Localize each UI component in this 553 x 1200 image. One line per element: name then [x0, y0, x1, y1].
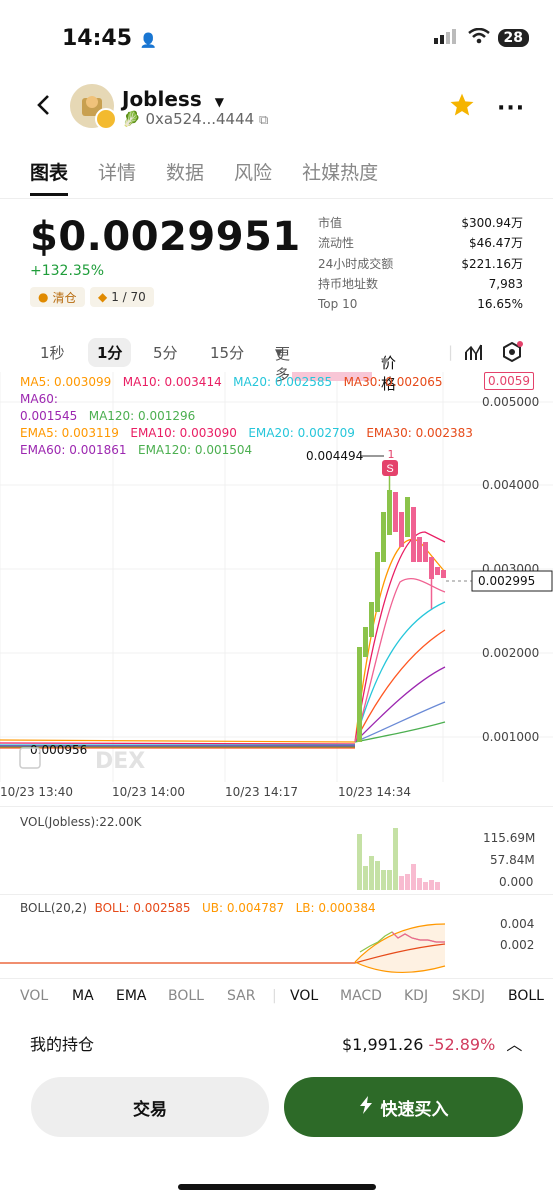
x-tick: 10/23 14:17 [225, 785, 298, 799]
holding-label: 我的持仓 [30, 1035, 95, 1054]
separator: | [272, 988, 277, 1004]
hat-icon: ● [38, 290, 49, 304]
axis-divider [0, 806, 553, 807]
stat-row: 24小时成交额 $221.16万 [318, 256, 523, 271]
timeframe-1s[interactable]: 1秒 [40, 342, 65, 363]
timeframe-bar: 1秒 1分 5分 15分 更多 ▾ 价格 ▾ | [0, 336, 553, 393]
lightning-icon [359, 1095, 373, 1119]
tab-chart[interactable]: 图表 [30, 158, 69, 196]
top-price-tag: 0.0059 [484, 372, 534, 390]
x-tick: 10/23 14:34 [338, 785, 411, 799]
stat-row: 持币地址数 7,983 [318, 276, 523, 292]
vol-tick: 0.000 [499, 875, 534, 889]
tab-data[interactable]: 数据 [166, 158, 204, 196]
ind-main-sar[interactable]: SAR [227, 988, 255, 1004]
watermark: DEX [95, 749, 145, 774]
ind-sub-macd[interactable]: MACD [340, 988, 382, 1004]
y-tick: 0.004000 [482, 478, 539, 492]
ind-sub-skdj[interactable]: SKDJ [452, 988, 485, 1004]
diamond-icon: ◆ [98, 290, 108, 304]
chevron-up-icon[interactable]: ︿ [506, 1035, 522, 1054]
stat-row: Top 10 16.65% [318, 297, 523, 312]
price-value: $0.0029951 [30, 214, 301, 260]
tab-bar: 图表 详情 数据 风险 社媒热度 [30, 158, 378, 196]
boll-divider [0, 978, 553, 979]
stats-panel: 市值 $300.94万 流动性 $46.47万 24小时成交额 $221.16万 持币… [318, 212, 523, 315]
indicator-chart-icon[interactable] [464, 342, 484, 366]
separator: | [448, 343, 454, 361]
token-address: 🥬 0xa524...4444 ⧉ [122, 110, 269, 128]
signal-icon [433, 28, 460, 48]
battery-icon: 28 [497, 29, 529, 47]
settings-hex-icon[interactable] [501, 341, 523, 367]
y-tick: 0.005000 [482, 395, 539, 409]
x-tick: 10/23 14:00 [112, 785, 185, 799]
y-tick: 0.002000 [482, 646, 539, 660]
stat-row: 市值 $300.94万 [318, 215, 523, 230]
wifi-icon [467, 27, 490, 48]
favorite-star-icon[interactable] [449, 92, 475, 122]
sell-marker[interactable]: S [386, 463, 393, 475]
tabs-divider [0, 198, 553, 199]
boll-legend: BOLL(20,2) BOLL: 0.002585 UB: 0.004787 L… [20, 901, 376, 915]
copy-icon[interactable]: ⧉ [259, 113, 268, 128]
rank-badge: ◆ 1 / 70 [90, 287, 154, 307]
volume-divider [0, 894, 553, 895]
quick-buy-button[interactable]: 快速买入 [284, 1077, 523, 1137]
ind-main-vol[interactable]: VOL [20, 988, 48, 1004]
boll-chart [0, 923, 446, 973]
clear-badge: ● 清仓 [30, 287, 85, 307]
current-price-tag: 0.002995 [478, 574, 535, 588]
boll-tick: 0.004 [500, 917, 535, 931]
vol-tick: 57.84M [490, 853, 535, 867]
dropdown-caret-icon[interactable]: ▼ [215, 95, 224, 109]
stat-row: 流动性 $46.47万 [318, 236, 523, 251]
back-button[interactable] [36, 94, 52, 120]
indicator-tabs: VOL MA EMA BOLL SAR | VOL MACD KDJ SKDJ … [0, 988, 553, 1010]
status-time: 14:45 👤 [62, 26, 158, 51]
y-tick: 0.001000 [482, 730, 539, 744]
ind-main-boll[interactable]: BOLL [168, 988, 204, 1004]
tab-details[interactable]: 详情 [98, 158, 136, 196]
low-price-label: 0.000956 [30, 743, 87, 757]
ind-sub-kdj[interactable]: KDJ [404, 988, 428, 1004]
trade-button[interactable]: 交易 [31, 1077, 269, 1137]
boll-tick: 0.002 [500, 938, 535, 952]
token-name[interactable]: Jobless ▼ [122, 87, 224, 111]
tab-social[interactable]: 社媒热度 [302, 158, 378, 196]
timeframe-more[interactable]: 更多 ▾ [275, 343, 290, 384]
ind-sub-boll[interactable]: BOLL [508, 988, 544, 1004]
leaf-icon: 🥬 [122, 110, 141, 128]
more-menu-icon[interactable]: ··· [497, 96, 525, 121]
volume-chart [357, 828, 440, 890]
timeframe-15m[interactable]: 15分 [210, 342, 244, 363]
timeframe-1m[interactable]: 1分 [88, 337, 132, 367]
tab-risk[interactable]: 风险 [234, 158, 272, 196]
ma-legend: MA5: 0.003099 MA10: 0.003414 MA20: 0.002… [20, 375, 473, 457]
holding-value[interactable]: $1,991.26 -52.89% ︿ [342, 1031, 522, 1055]
price-change: +132.35% [30, 263, 105, 279]
ind-main-ma[interactable]: MA [72, 988, 94, 1004]
chain-badge-icon [95, 108, 117, 130]
person-icon: 👤 [139, 33, 158, 49]
home-indicator [178, 1184, 376, 1190]
status-icons: 28 [433, 27, 529, 48]
vol-tick: 115.69M [483, 831, 536, 845]
x-tick: 10/23 13:40 [0, 785, 73, 799]
timeframe-5m[interactable]: 5分 [153, 342, 178, 363]
ind-main-ema[interactable]: EMA [116, 988, 147, 1004]
ind-sub-vol[interactable]: VOL [290, 988, 318, 1004]
